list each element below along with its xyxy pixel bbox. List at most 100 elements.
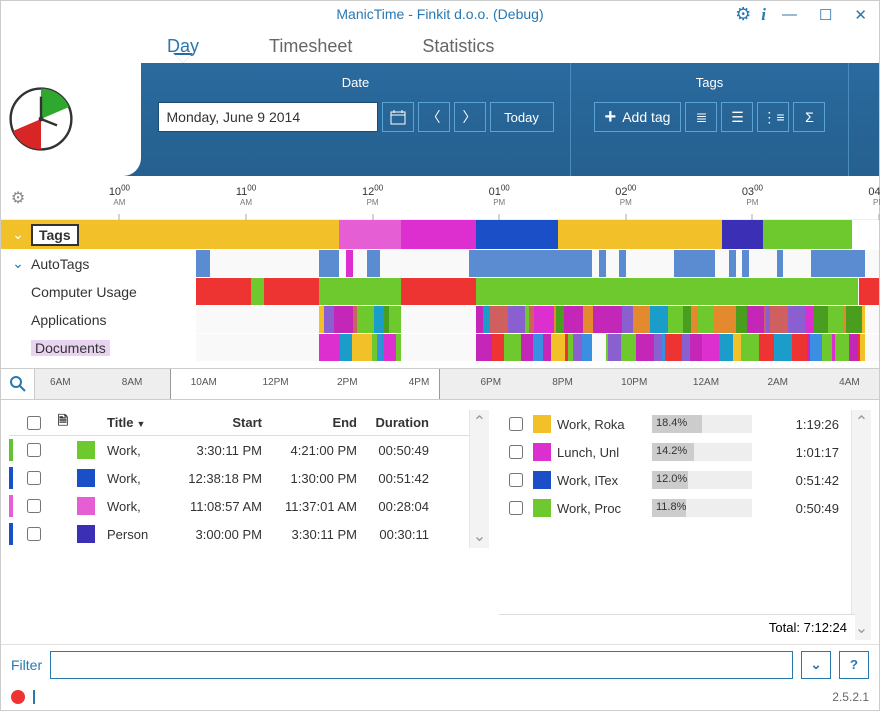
summary-row[interactable]: Work, ITex 12.0% 0:51:42 [499,466,851,494]
color-swatch [77,497,95,515]
maximize-button[interactable]: ☐ [813,6,838,24]
tab-statistics[interactable]: Statistics [412,30,504,63]
sigma-icon: Σ [805,109,814,125]
add-tag-button[interactable]: +Add tag [594,102,682,132]
filter-dropdown-button[interactable]: ⌄ [801,651,831,679]
date-input[interactable] [158,102,378,132]
row-checkbox[interactable] [27,527,41,541]
title-column-header[interactable]: Title▼ [107,415,167,430]
usage-track-row: ⌄ Computer Usage [1,278,879,306]
list-bullets-icon: ⋮≡ [762,109,784,126]
usage-track-label[interactable]: Computer Usage [31,284,137,300]
total-row: Total: 7:12:24 [499,614,855,640]
chevron-left-icon: 〈 [427,107,441,127]
autotags-track[interactable] [196,250,879,277]
recording-indicator-icon[interactable] [11,690,25,704]
usage-track[interactable] [196,278,879,305]
chevron-right-icon: 〉 [463,107,477,127]
titlebar-buttons: ⚙ i — ☐ ✕ [735,4,873,25]
apps-track[interactable] [196,306,879,333]
prev-day-button[interactable]: 〈 [418,102,450,132]
docs-track-label[interactable]: Documents [31,340,110,356]
logo [1,63,141,176]
search-icon[interactable] [1,369,35,399]
help-icon: ? [850,657,858,672]
tags-track-row: ⌄ Tags [1,220,879,250]
autotags-track-row: ⌄ AutoTags [1,250,879,278]
apps-track-label[interactable]: Applications [31,312,107,328]
row-checkbox[interactable] [509,445,523,459]
app-logo-icon [1,79,81,159]
select-all-checkbox[interactable] [27,416,41,430]
filter-help-button[interactable]: ? [839,651,869,679]
autotags-track-label[interactable]: AutoTags [31,256,89,272]
close-button[interactable]: ✕ [848,6,873,24]
plus-icon: + [605,107,617,127]
color-swatch [77,469,95,487]
row-checkbox[interactable] [509,501,523,515]
row-checkbox[interactable] [509,417,523,431]
color-swatch [533,415,551,433]
row-checkbox[interactable] [27,443,41,457]
tags-label: Tags [696,75,723,90]
today-button[interactable]: Today [490,102,554,132]
collapse-autotags-icon[interactable]: ⌄ [9,255,27,272]
list-indent-icon: ☰ [731,109,744,126]
row-checkbox[interactable] [27,471,41,485]
calendar-icon [390,109,406,125]
table-row[interactable]: Work, 11:08:57 AM 11:37:01 AM 00:28:04 [9,492,469,520]
date-label: Date [342,75,369,90]
tags-track[interactable] [196,220,879,249]
sigma-button[interactable]: Σ [793,102,825,132]
collapse-tags-icon[interactable]: ⌄ [9,226,27,243]
summary-grid: Work, Roka 18.4% 1:19:26 Lunch, Unl 14.2… [499,410,871,640]
row-checkbox[interactable] [509,473,523,487]
summary-row[interactable]: Work, Proc 11.8% 0:50:49 [499,494,851,522]
tags-section: Tags +Add tag ≣ ☰ ⋮≡ Σ [571,63,849,176]
next-day-button[interactable]: 〉 [454,102,486,132]
list-view1-button[interactable]: ≣ [685,102,717,132]
end-column-header[interactable]: End [262,415,357,430]
info-icon[interactable]: i [761,5,766,25]
summary-row[interactable]: Work, Roka 18.4% 1:19:26 [499,410,851,438]
filter-label: Filter [11,657,42,673]
duration-column-header[interactable]: Duration [357,415,437,430]
color-swatch [533,443,551,461]
apps-track-row: ⌄ Applications [1,306,879,334]
table-row[interactable]: Work, 3:30:11 PM 4:21:00 PM 00:50:49 [9,436,469,464]
version-label: 2.5.2.1 [832,690,869,704]
tab-timesheet[interactable]: Timesheet [259,30,362,63]
statusbar: 2.5.2.1 [1,684,879,710]
doc-column-header[interactable]: 🗎 [49,412,77,434]
date-section: Date 〈 〉 Today [141,63,571,176]
summary-row[interactable]: Lunch, Unl 14.2% 1:01:17 [499,438,851,466]
activities-grid: 🗎 Title▼ Start End Duration Work, 3:30:1… [9,410,489,640]
time-ruler[interactable]: 1000AM1100AM1200PM0100PM0200PM0300PM0400… [35,176,879,220]
calendar-button[interactable] [382,102,414,132]
left-scrollbar[interactable]: ⌃⌄ [469,410,489,548]
table-row[interactable]: Person 3:00:00 PM 3:30:11 PM 00:30:11 [9,520,469,548]
color-swatch [77,441,95,459]
list-view3-button[interactable]: ⋮≡ [757,102,789,132]
mini-timeline[interactable]: 6AM8AM10AM12PM2PM4PM6PM8PM10PM12AM2AM4AM [1,368,879,400]
color-swatch [77,525,95,543]
filter-bar: Filter ⌄ ? [1,644,879,684]
minimize-button[interactable]: — [776,6,803,23]
chevron-down-icon: ⌄ [810,657,821,673]
settings-gear-icon[interactable]: ⚙ [735,4,751,25]
row-checkbox[interactable] [27,499,41,513]
timeline-settings-icon[interactable]: ⚙ [1,188,35,208]
filter-input[interactable] [50,651,793,679]
tags-track-label[interactable]: Tags [31,224,79,246]
color-swatch [533,471,551,489]
list-view2-button[interactable]: ☰ [721,102,753,132]
logo-area [1,27,141,63]
right-scrollbar[interactable]: ⌃⌄ [851,410,871,640]
tab-day[interactable]: Day [157,30,209,63]
docs-track[interactable] [196,334,879,361]
color-swatch [533,499,551,517]
start-column-header[interactable]: Start [167,415,262,430]
list-icon: ≣ [696,109,708,126]
window-title: ManicTime - Finkit d.o.o. (Debug) [336,6,543,22]
table-row[interactable]: Work, 12:38:18 PM 1:30:00 PM 00:51:42 [9,464,469,492]
